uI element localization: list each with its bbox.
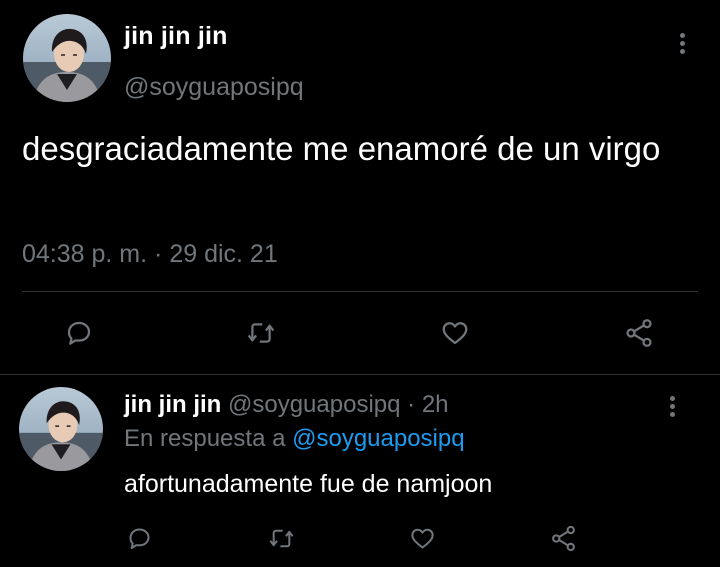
main-avatar[interactable]: [23, 14, 111, 102]
meta-separator: ·: [154, 240, 163, 268]
reply-avatar[interactable]: [19, 387, 103, 471]
reply-time: 2h: [421, 391, 449, 418]
reply-to-label: En respuesta a: [124, 425, 286, 452]
section-divider: [0, 374, 720, 375]
main-like-button[interactable]: [437, 316, 473, 350]
reply-context: En respuesta a @soyguaposipq: [124, 425, 465, 453]
reply-icon: [128, 527, 150, 549]
main-reply-button[interactable]: [62, 316, 96, 350]
main-handle[interactable]: @soyguaposipq: [124, 73, 304, 102]
main-tweet-meta: 04:38 p. m. · 29 dic. 21: [22, 240, 278, 269]
reply-handle[interactable]: @soyguaposipq: [228, 391, 400, 418]
like-icon: [442, 322, 468, 345]
reply-more-icon[interactable]: [670, 396, 676, 420]
reply-to-handle-link[interactable]: @soyguaposipq: [292, 425, 464, 452]
like-icon: [410, 528, 434, 549]
main-more-icon[interactable]: [680, 33, 686, 57]
reply-display-name[interactable]: jin jin jin: [124, 391, 221, 418]
main-tweet-text: desgraciadamente me enamoré de un virgo: [22, 130, 661, 167]
main-divider: [22, 291, 698, 292]
reply-separator: ·: [407, 391, 416, 418]
main-display-name[interactable]: jin jin jin: [124, 22, 228, 51]
profile-photo-icon: [23, 14, 111, 102]
share-icon: [551, 525, 575, 551]
retweet-icon: [269, 529, 293, 547]
main-tweet-time: 04:38 p. m.: [22, 240, 148, 268]
reply-header: jin jin jin @soyguaposipq · 2h: [124, 391, 449, 419]
reply-tweet-text: afortunadamente fue de namjoon: [124, 470, 493, 498]
profile-photo-icon: [19, 387, 103, 471]
share-icon: [626, 319, 652, 347]
reply-reply-button[interactable]: [124, 523, 154, 553]
retweet-icon: [247, 323, 275, 343]
reply-retweet-button[interactable]: [265, 523, 297, 553]
main-tweet-date: 29 dic. 21: [169, 240, 278, 268]
reply-share-button[interactable]: [547, 522, 579, 554]
reply-like-button[interactable]: [406, 523, 438, 553]
main-retweet-button[interactable]: [243, 316, 279, 350]
reply-icon: [67, 321, 91, 345]
main-share-button[interactable]: [621, 315, 657, 351]
